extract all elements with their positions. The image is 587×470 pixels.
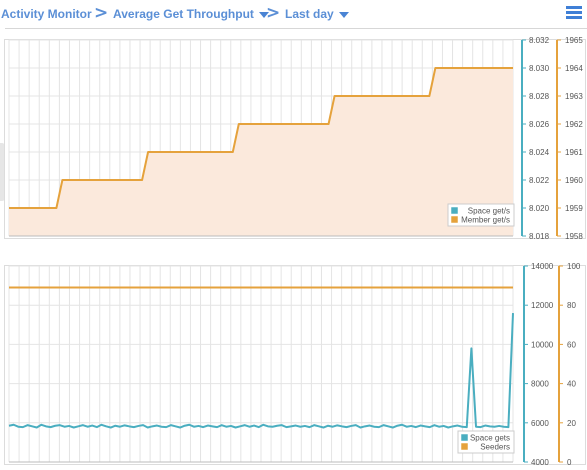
- y-tick-label-right: 1958: [565, 232, 583, 241]
- y-tick-label-right: 1961: [565, 148, 583, 157]
- y-tick-label-right: 1963: [565, 92, 583, 101]
- legend-entry: Member get/s: [461, 216, 510, 225]
- breadcrumb-separator-1: >: [94, 3, 109, 23]
- y-tick-label-left: 12000: [531, 301, 554, 310]
- legend-swatch: [450, 206, 459, 215]
- menu-line: [566, 11, 582, 14]
- header-divider: [5, 28, 587, 29]
- y-tick-label-left: 8.026: [529, 120, 550, 129]
- y-tick-label-left: 8.032: [529, 36, 550, 45]
- breadcrumb-label-average-get-throughput: Average Get Throughput: [113, 7, 254, 21]
- y-tick-label-right: 40: [567, 380, 576, 389]
- y-tick-label-left: 8.022: [529, 176, 550, 185]
- legend-entry: Space get/s: [468, 207, 510, 216]
- legend-swatch: [450, 215, 459, 224]
- breadcrumb-activity-monitor[interactable]: Activity Monitor: [1, 7, 92, 21]
- y-tick-label-right: 1960: [565, 176, 583, 185]
- y-tick-label-left: 8.020: [529, 204, 550, 213]
- header-bar: Activity Monitor > Average Get Throughpu…: [0, 0, 587, 30]
- legend-swatch: [460, 433, 469, 442]
- chevron-down-icon: [338, 11, 349, 18]
- y-tick-label-left: 8.030: [529, 64, 550, 73]
- y-tick-label-left: 14000: [531, 262, 554, 271]
- chart-space-gets: 4000 6000 8000 10000 12000 14000 0 20 40 60 80 100 S…: [8, 262, 581, 467]
- breadcrumb-average-get-throughput[interactable]: Average Get Throughput: [113, 7, 269, 21]
- chart-panel-gets: 4000 6000 8000 10000 12000 14000 0 20 40 60 80 100 S…: [4, 262, 586, 467]
- y-tick-label-right: 20: [567, 419, 576, 428]
- menu-line: [566, 6, 582, 9]
- legend-entry: Seeders: [480, 443, 510, 452]
- y-tick-label-left: 8000: [531, 380, 549, 389]
- legend-entry: Space gets: [470, 434, 510, 443]
- y-tick-label-right: 1965: [565, 36, 583, 45]
- breadcrumb-last-day[interactable]: Last day: [285, 7, 349, 21]
- y-tick-label-left: 4000: [531, 458, 549, 467]
- y-tick-label-right: 0: [567, 458, 572, 467]
- breadcrumb-separator-2: >: [266, 3, 281, 23]
- legend-swatch: [460, 442, 469, 451]
- y-tick-label-left: 6000: [531, 419, 549, 428]
- y-tick-label-left: 8.024: [529, 148, 550, 157]
- y-tick-label-right: 1964: [565, 64, 583, 73]
- y-tick-label-left: 10000: [531, 340, 554, 349]
- breadcrumb-label-last-day: Last day: [285, 7, 334, 21]
- list-menu-icon[interactable]: [566, 5, 582, 21]
- menu-line: [566, 16, 582, 19]
- y-tick-label-right: 100: [567, 262, 581, 271]
- y-tick-label-left: 8.028: [529, 92, 550, 101]
- y-tick-label-right: 1959: [565, 204, 583, 213]
- chart-panel-throughput: 8.018 8.020 8.022 8.024 8.026 8.028 8.030 8.032…: [4, 36, 586, 241]
- y-tick-label-left: 8.018: [529, 232, 550, 241]
- y-tick-label-right: 1962: [565, 120, 583, 129]
- y-tick-label-right: 60: [567, 340, 576, 349]
- chart-member-get-throughput: 8.018 8.020 8.022 8.024 8.026 8.028 8.030 8.032…: [8, 36, 583, 241]
- y-tick-label-right: 80: [567, 301, 576, 310]
